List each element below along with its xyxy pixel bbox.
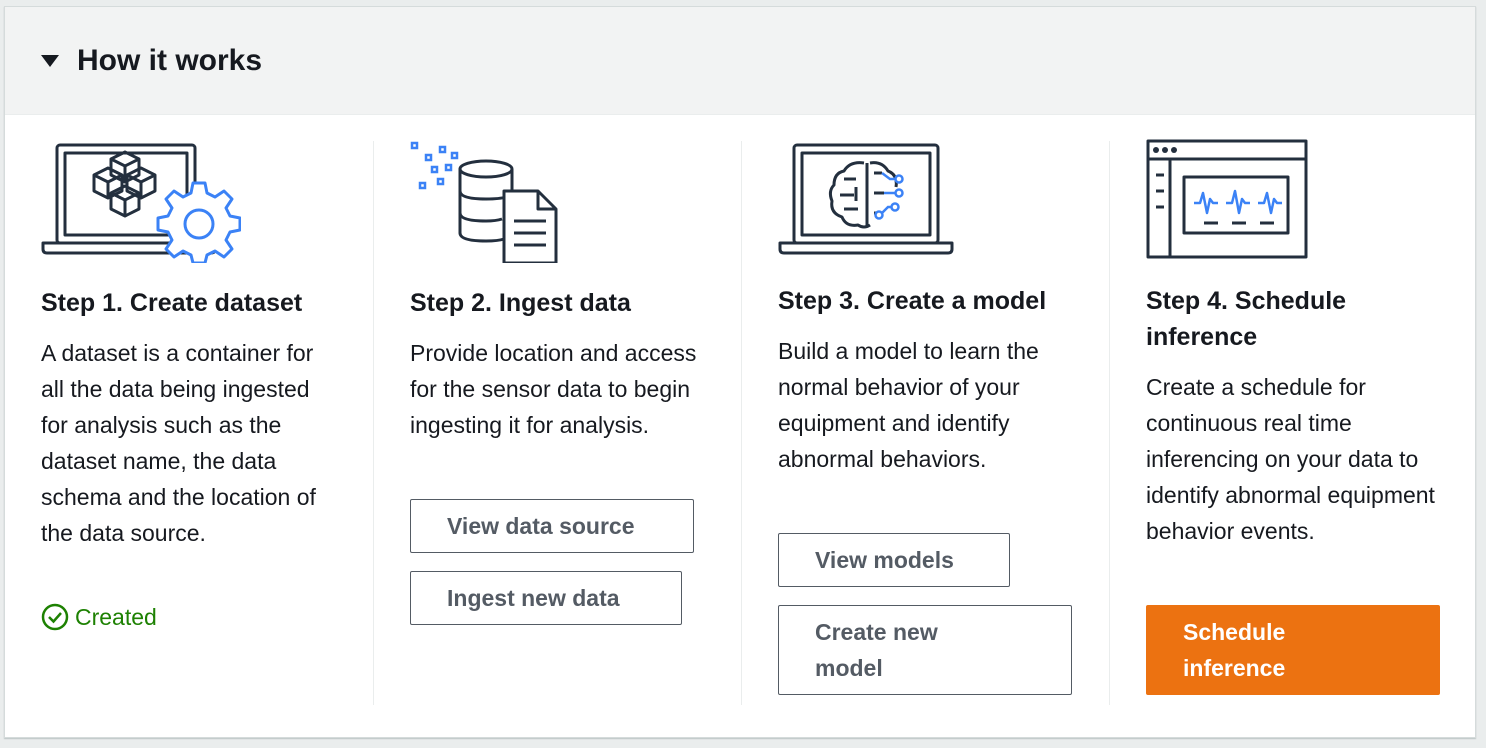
status-created: Created — [41, 603, 157, 631]
step-2: Step 2. Ingest data Provide location and… — [410, 139, 710, 443]
how-it-works-header[interactable]: How it works — [5, 7, 1475, 115]
section-title: How it works — [77, 43, 263, 77]
column-divider — [1109, 141, 1110, 705]
monitor-waveform-icon — [1146, 139, 1308, 259]
check-circle-icon — [41, 603, 69, 631]
step-3: Step 3. Create a model Build a model to … — [778, 139, 1078, 477]
status-label: Created — [75, 603, 157, 630]
column-divider — [741, 141, 742, 705]
database-document-icon — [410, 141, 558, 263]
step-description: Create a schedule for continuous real ti… — [1146, 374, 1435, 544]
step-4: Step 4. Schedule inference Create a sche… — [1146, 139, 1446, 549]
schedule-inference-button[interactable]: Schedule inference — [1146, 605, 1440, 695]
column-divider — [373, 141, 374, 705]
view-data-source-button[interactable]: View data source — [410, 499, 694, 553]
step-description: A dataset is a container for all the dat… — [41, 340, 316, 546]
caret-down-icon[interactable] — [41, 54, 59, 67]
ingest-new-data-button[interactable]: Ingest new data — [410, 571, 682, 625]
laptop-cubes-gear-icon — [41, 143, 241, 263]
view-models-button[interactable]: View models — [778, 533, 1010, 587]
step-title: Step 1. Create dataset — [41, 289, 303, 317]
step-title: Step 4. Schedule inference — [1146, 287, 1347, 351]
step-description: Provide location and access for the sens… — [410, 340, 697, 438]
step-title: Step 2. Ingest data — [410, 289, 631, 317]
step-description: Build a model to learn the normal behavi… — [778, 338, 1039, 472]
step-1: Step 1. Create dataset A dataset is a co… — [41, 139, 341, 551]
how-it-works-container: How it works Step 1. Create dataset A da… — [4, 6, 1476, 738]
step-title: Step 3. Create a model — [778, 287, 1047, 315]
laptop-brain-icon — [778, 143, 954, 255]
create-new-model-button[interactable]: Create new model — [778, 605, 1072, 695]
steps-row: Step 1. Create dataset A dataset is a co… — [5, 115, 1475, 715]
